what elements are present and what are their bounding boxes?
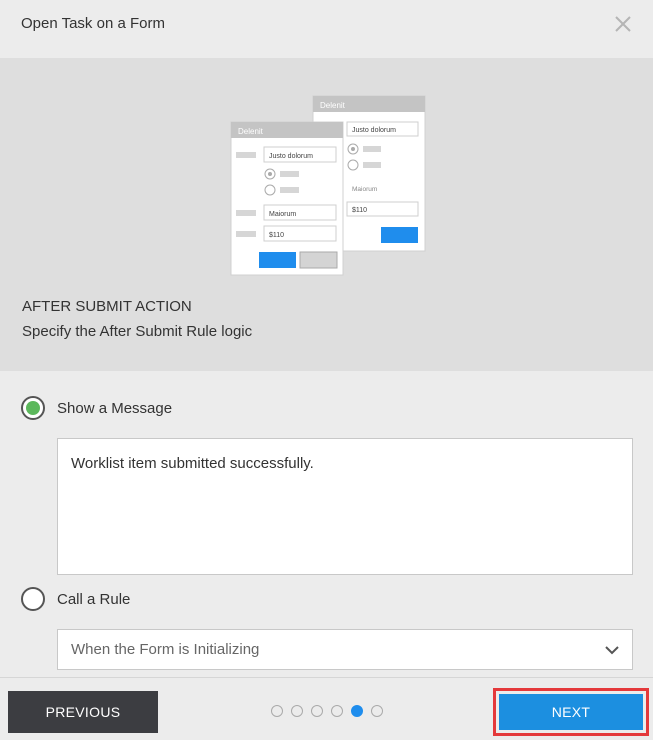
dialog-footer: PREVIOUS NEXT <box>0 677 653 740</box>
back-form-amount: $110 <box>352 207 367 214</box>
close-icon[interactable] <box>612 13 634 35</box>
options-panel: Show a Message Worklist item submitted s… <box>0 371 653 677</box>
rule-select[interactable]: When the Form is Initializing <box>57 629 633 670</box>
front-form-title: Delenit <box>238 127 264 136</box>
section-description: Specify the After Submit Rule logic <box>22 323 253 340</box>
rule-select-value: When the Form is Initializing <box>71 641 260 658</box>
front-form-field2: Maiorum <box>269 211 296 218</box>
message-textarea[interactable]: Worklist item submitted successfully. <box>57 438 633 575</box>
dialog-title: Open Task on a Form <box>21 15 165 32</box>
back-form-label: Maiorum <box>352 186 377 193</box>
illustration-front-form: Delenit Justo dolorum Maiorum $110 <box>230 121 344 276</box>
show-message-option[interactable]: Show a Message <box>21 396 172 420</box>
step-dot[interactable] <box>371 705 383 717</box>
step-dot[interactable] <box>291 705 303 717</box>
front-form-amount: $110 <box>269 232 284 239</box>
banner: Delenit Justo dolorum Maiorum $110 Delen… <box>0 58 653 371</box>
next-button[interactable]: NEXT <box>499 694 643 730</box>
step-dot-current[interactable] <box>351 705 363 717</box>
section-heading: AFTER SUBMIT ACTION <box>22 298 192 315</box>
show-message-label: Show a Message <box>57 399 173 417</box>
next-highlight: NEXT <box>493 688 649 736</box>
show-message-radio[interactable] <box>21 396 45 420</box>
step-dot[interactable] <box>271 705 283 717</box>
step-indicator <box>271 705 383 717</box>
back-form-title: Delenit <box>320 101 346 110</box>
front-form-field: Justo dolorum <box>269 153 313 160</box>
previous-button[interactable]: PREVIOUS <box>8 691 158 733</box>
call-rule-label: Call a Rule <box>57 590 131 608</box>
chevron-down-icon <box>605 646 619 655</box>
form-illustration: Delenit Justo dolorum Maiorum $110 Delen… <box>230 95 426 276</box>
step-dot[interactable] <box>331 705 343 717</box>
back-form-field: Justo dolorum <box>352 127 396 134</box>
dialog-header: Open Task on a Form <box>0 0 653 58</box>
step-dot[interactable] <box>311 705 323 717</box>
call-rule-option[interactable]: Call a Rule <box>21 587 130 611</box>
call-rule-radio[interactable] <box>21 587 45 611</box>
